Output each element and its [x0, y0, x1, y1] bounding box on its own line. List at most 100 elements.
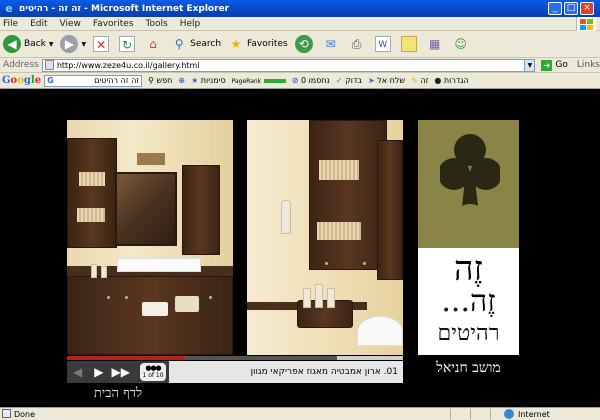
menu-help[interactable]: Help [180, 19, 201, 29]
settings-label: הגדרות [443, 76, 469, 85]
windows-flag-icon [576, 17, 596, 31]
popup-blocked-label: נחסמו 0 [300, 76, 330, 85]
menu-view[interactable]: View [60, 19, 81, 29]
refresh-icon: ↻ [119, 36, 136, 52]
popup-blocker-button[interactable]: ⊘ נחסמו 0 [292, 76, 330, 85]
google-search-input[interactable]: זה זה רהיטים [44, 74, 143, 87]
messenger-button[interactable]: ☺ [453, 36, 472, 52]
go-button[interactable]: ➜ Go [541, 59, 568, 71]
left-cabinet [67, 138, 117, 248]
home-page-link[interactable]: לדף הבית [67, 385, 169, 401]
search-icon: ⚲ [174, 37, 184, 51]
soap-bottle [101, 266, 107, 278]
bookmarks-label: סימניות [200, 76, 226, 85]
gallery-photo-2[interactable] [247, 120, 403, 355]
vase [281, 200, 291, 234]
google-search-button[interactable]: ⚲ חפש [148, 76, 172, 85]
basket [317, 222, 361, 240]
back-arrow-icon: ◀ [3, 35, 21, 53]
gallery-page: זֶה זֶה... רהיטים מושב חניאל ◀ ▶ ▶▶ ●●● … [0, 89, 600, 407]
address-dropdown-button[interactable]: ▼ [524, 58, 536, 72]
word-icon: W [374, 36, 391, 52]
address-label: Address [3, 60, 39, 70]
drawer-knob [325, 262, 328, 265]
google-toolbar: Google זה זה רהיטים ⚲ חפש ⊕ ★ סימניות Pa… [0, 73, 600, 89]
logo-subtitle: רהיטים [437, 321, 500, 346]
research-button[interactable]: ▦ [427, 36, 446, 52]
google-logo[interactable]: Google [2, 75, 41, 86]
stop-button[interactable]: ✕ [93, 36, 112, 52]
close-button[interactable]: × [580, 2, 594, 15]
address-input[interactable]: http://www.zeze4u.co.il/gallery.html [41, 58, 526, 72]
note-icon [400, 36, 417, 52]
spellcheck-label: בדוק [345, 76, 362, 85]
highlight-button[interactable]: ✎ זה [411, 76, 428, 85]
right-shelf-cabinet [182, 165, 220, 255]
logo-wordmark[interactable]: זֶה זֶה... רהיטים [418, 248, 519, 355]
drawer-knob [107, 296, 110, 299]
security-zone: Internet [504, 409, 550, 419]
towels [142, 302, 168, 316]
previous-button[interactable]: ◀ [73, 365, 82, 379]
settings-button[interactable]: ● הגדרות [434, 76, 468, 85]
page-icon [44, 60, 54, 70]
basket [79, 172, 105, 186]
mail-button[interactable]: ✉ [323, 36, 342, 52]
next-button[interactable]: ▶▶ [111, 365, 129, 379]
links-button[interactable]: Links [577, 60, 600, 70]
menu-edit[interactable]: Edit [30, 19, 47, 29]
edit-button[interactable]: W [374, 36, 394, 52]
print-button[interactable]: ⎙ [349, 36, 368, 52]
menu-tools[interactable]: Tools [146, 19, 168, 29]
send-to-label: שלח אל [377, 76, 406, 85]
progress-remaining [337, 356, 403, 360]
search-button[interactable]: ⚲ Search [171, 36, 221, 52]
sink [357, 316, 403, 346]
menu-favorites[interactable]: Favorites [93, 19, 134, 29]
refresh-button[interactable]: ↻ [119, 36, 138, 52]
gallery-progress-bar [67, 356, 403, 360]
mirror [115, 172, 177, 246]
research-icon: ▦ [429, 37, 441, 51]
standard-toolbar: ◀ Back ▼ ▶ ▼ ✕ ↻ ⌂ ⚲ Search ★ Favorites … [0, 31, 600, 58]
zone-label: Internet [518, 409, 550, 419]
gallery-photo-1[interactable] [67, 120, 233, 355]
address-bar: Address http://www.zeze4u.co.il/gallery.… [0, 58, 600, 73]
logo-line-1: זֶה [453, 249, 484, 289]
minimize-button[interactable]: _ [548, 2, 562, 15]
status-bar: Done Internet [0, 407, 600, 420]
chevron-down-icon: ▼ [48, 40, 54, 48]
discuss-button[interactable] [400, 36, 420, 52]
internet-explorer-icon: e [5, 1, 13, 15]
home-icon: ⌂ [149, 37, 157, 51]
favorites-button[interactable]: ★ Favorites [228, 36, 288, 52]
mail-icon: ✉ [325, 37, 336, 51]
printer-icon: ⎙ [351, 37, 362, 51]
thumbnails-icon: ●●● [145, 364, 161, 372]
slide-counter-text: 1 of 10 [142, 372, 164, 379]
send-to-button[interactable]: ➤ שלח אל [368, 76, 405, 85]
search-label: Search [190, 39, 222, 49]
menu-file[interactable]: File [3, 19, 18, 29]
soap-bottle [327, 288, 335, 308]
address-url: http://www.zeze4u.co.il/gallery.html [56, 60, 200, 70]
club-suit-icon [440, 134, 500, 206]
spellcheck-button[interactable]: ✓ בדוק [336, 76, 362, 85]
maximize-button[interactable]: □ [564, 2, 578, 15]
google-bookmarks-button[interactable]: ★ סימניות [191, 76, 226, 85]
soap-bottle [315, 284, 323, 308]
play-button[interactable]: ▶ [94, 365, 103, 379]
window-title-bar: e זה זה - רהיטים - Microsoft Internet Ex… [0, 0, 600, 17]
back-button[interactable]: ◀ Back ▼ [3, 35, 53, 53]
home-button[interactable]: ⌂ [145, 36, 164, 52]
google-extra-button[interactable]: ⊕ [178, 76, 185, 85]
gallery-controls: ◀ ▶ ▶▶ ●●● 1 of 10 [67, 361, 169, 383]
history-button[interactable]: ⟲ [294, 35, 316, 53]
progress-fill [67, 356, 185, 360]
basket [77, 208, 105, 222]
chevron-down-icon: ▼ [81, 40, 87, 48]
drawer-knob [363, 262, 366, 265]
menu-bar: File Edit View Favorites Tools Help [0, 17, 600, 31]
towels [175, 296, 199, 312]
forward-button[interactable]: ▶ ▼ [60, 35, 86, 53]
